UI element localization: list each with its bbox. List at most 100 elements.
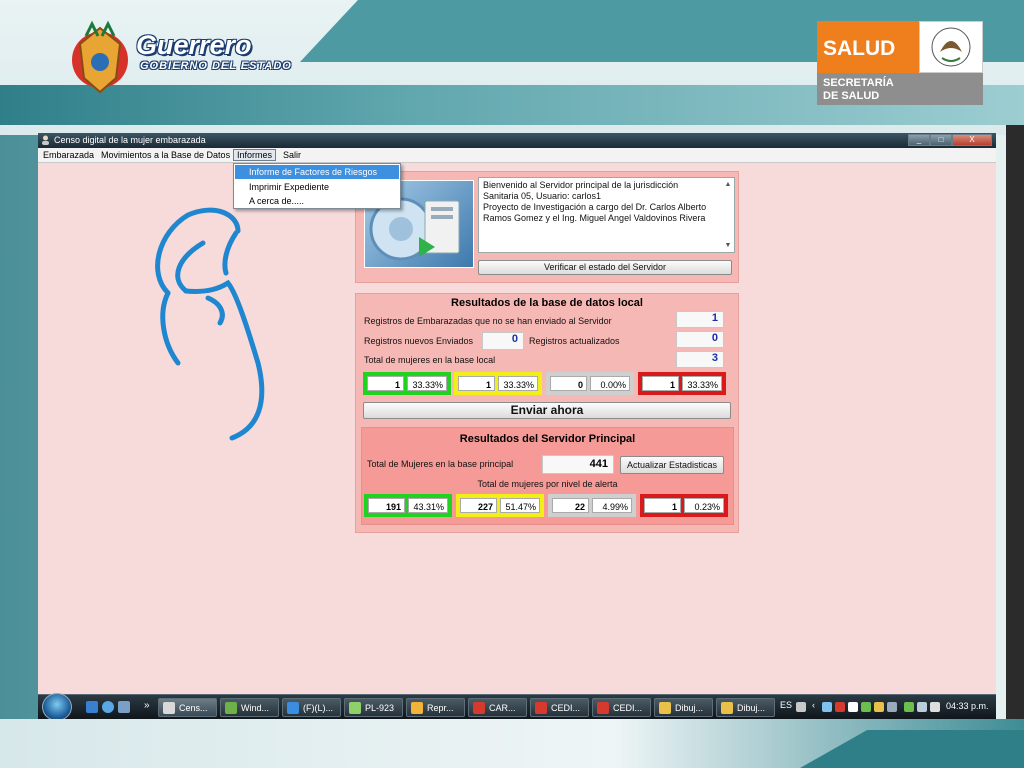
update-stats-button[interactable]: Actualizar Estadisticas xyxy=(620,456,724,474)
menu-informes[interactable]: Informes xyxy=(233,149,277,161)
stat-percent: 33.33% xyxy=(498,376,538,391)
taskbar: » Cens... Wind... (F)(L)... PL-923 Repr.… xyxy=(38,693,996,721)
keyboard-icon[interactable] xyxy=(796,702,806,712)
salud-title: SALUD xyxy=(817,21,919,73)
taskbar-button[interactable]: PL-923 xyxy=(344,698,403,717)
menu-movimientos[interactable]: Movimientos a la Base de Datos xyxy=(101,150,230,160)
menu-informe-factores[interactable]: Informe de Factores de Riesgos xyxy=(235,165,399,179)
taskbar-button[interactable]: Repr... xyxy=(406,698,465,717)
connection-icon[interactable] xyxy=(917,702,927,712)
clock[interactable]: 04:33 p.m. xyxy=(946,701,989,711)
stat-percent: 33.33% xyxy=(682,376,722,391)
window-title: Censo digital de la mujer embarazada xyxy=(54,135,206,145)
window-titlebar[interactable]: Censo digital de la mujer embarazada _ □… xyxy=(38,133,996,148)
taskbar-button[interactable]: CEDI... xyxy=(530,698,589,717)
principal-stat-yellow: 227 51.47% xyxy=(456,494,544,517)
media-icon xyxy=(411,702,423,714)
start-button[interactable] xyxy=(42,693,72,721)
updated-label: Registros actualizados xyxy=(529,336,620,346)
local-stat-green: 1 33.33% xyxy=(363,372,451,395)
send-now-button[interactable]: Enviar ahora xyxy=(363,402,731,419)
taskbar-button[interactable]: Dibuj... xyxy=(654,698,713,717)
taskbar-button[interactable]: Wind... xyxy=(220,698,279,717)
principal-stat-green: 191 43.31% xyxy=(364,494,452,517)
tray-expand-icon[interactable]: ‹ xyxy=(812,700,815,710)
new-sent-label: Registros nuevos Enviados xyxy=(364,336,474,346)
messenger-icon xyxy=(287,702,299,714)
update-icon[interactable] xyxy=(848,702,858,712)
scroll-down-icon[interactable]: ▼ xyxy=(725,240,732,251)
salud-line-2: DE SALUD xyxy=(823,90,880,102)
device-icon[interactable] xyxy=(887,702,897,712)
salud-line-1: SECRETARÍA xyxy=(823,77,894,89)
pending-value: 1 xyxy=(676,311,724,328)
pdf-icon xyxy=(473,702,485,714)
minimize-button[interactable]: _ xyxy=(908,134,930,146)
local-results-panel: Resultados de la base de datos local Reg… xyxy=(355,293,739,533)
alert-level-label: Total de mujeres por nivel de alerta xyxy=(477,479,618,489)
stat-percent: 0.00% xyxy=(590,376,630,391)
stat-count: 191 xyxy=(368,498,405,513)
stat-count: 227 xyxy=(460,498,497,513)
menubar: Embarazada Movimientos a la Base de Dato… xyxy=(38,148,996,163)
local-results-title: Resultados de la base de datos local xyxy=(451,297,643,309)
taskbar-button[interactable]: CAR... xyxy=(468,698,527,717)
close-button[interactable]: X xyxy=(952,134,992,146)
desktop-icon[interactable] xyxy=(86,701,98,713)
principal-results-title: Resultados del Servidor Principal xyxy=(459,433,636,445)
stat-count: 1 xyxy=(367,376,404,391)
windows-icon xyxy=(225,702,237,714)
taskbar-button[interactable]: CEDI... xyxy=(592,698,651,717)
security-icon[interactable] xyxy=(861,702,871,712)
new-sent-value: 0 xyxy=(482,332,524,350)
welcome-text: Bienvenido al Servidor principal de la j… xyxy=(478,177,735,253)
local-stat-grey: 0 0.00% xyxy=(546,372,634,395)
welcome-line-3: Proyecto de Investigación a cargo del Dr… xyxy=(483,202,707,212)
network-icon[interactable] xyxy=(822,702,832,712)
taskbar-button[interactable]: Cens... xyxy=(158,698,217,717)
stat-count: 1 xyxy=(458,376,495,391)
scroll-up-icon[interactable]: ▲ xyxy=(725,179,732,190)
user-icon xyxy=(42,135,49,145)
messenger-status-icon[interactable] xyxy=(874,702,884,712)
mexico-seal-icon xyxy=(919,21,983,73)
menu-imprimir-expediente[interactable]: Imprimir Expediente xyxy=(235,180,399,194)
informes-dropdown: Informe de Factores de Riesgos Imprimir … xyxy=(233,163,401,209)
pdf-icon xyxy=(597,702,609,714)
more-chevron-icon[interactable]: » xyxy=(144,700,150,711)
welcome-line-1: Bienvenido al Servidor principal de la j… xyxy=(483,180,679,190)
stat-percent: 33.33% xyxy=(407,376,447,391)
battery-icon[interactable] xyxy=(904,702,914,712)
total-principal-value: 441 xyxy=(542,455,614,474)
menu-salir[interactable]: Salir xyxy=(283,150,301,160)
browser-icon[interactable] xyxy=(102,701,114,713)
language-indicator[interactable]: ES xyxy=(780,700,792,710)
switch-windows-icon[interactable] xyxy=(118,701,130,713)
taskbar-button[interactable]: (F)(L)... xyxy=(282,698,341,717)
stat-count: 1 xyxy=(644,498,681,513)
stat-percent: 51.47% xyxy=(500,498,540,513)
folder-icon xyxy=(349,702,361,714)
brand-title: Guerrero xyxy=(136,30,252,60)
welcome-line-4: Ramos Gomez y el Ing. Miguel Angel Valdo… xyxy=(483,213,706,223)
taskbar-button[interactable]: Dibuj... xyxy=(716,698,775,717)
total-local-value: 3 xyxy=(676,351,724,368)
principal-stat-red: 1 0.23% xyxy=(640,494,728,517)
server-panel: Bienvenido al Servidor principal de la j… xyxy=(355,171,739,283)
user-icon xyxy=(163,702,175,714)
salud-logo: SALUD SECRETARÍA DE SALUD xyxy=(817,21,983,105)
stat-percent: 4.99% xyxy=(592,498,632,513)
volume-icon[interactable] xyxy=(930,702,940,712)
antivirus-icon[interactable] xyxy=(835,702,845,712)
verify-server-button[interactable]: Verificar el estado del Servidor xyxy=(478,260,732,275)
screen-edge xyxy=(1006,125,1024,768)
total-principal-label: Total de Mujeres en la base principal xyxy=(367,459,514,469)
menu-acerca-de[interactable]: A cerca de..... xyxy=(235,194,399,208)
updated-value: 0 xyxy=(676,331,724,348)
menu-embarazada[interactable]: Embarazada xyxy=(43,150,94,160)
welcome-scrollbar[interactable]: ▲ ▼ xyxy=(723,179,733,251)
stat-count: 0 xyxy=(550,376,587,391)
maximize-button[interactable]: □ xyxy=(930,134,952,146)
welcome-line-2: Sanitaria 05, Usuario: carlos1 xyxy=(483,191,602,201)
paint-icon xyxy=(721,702,733,714)
